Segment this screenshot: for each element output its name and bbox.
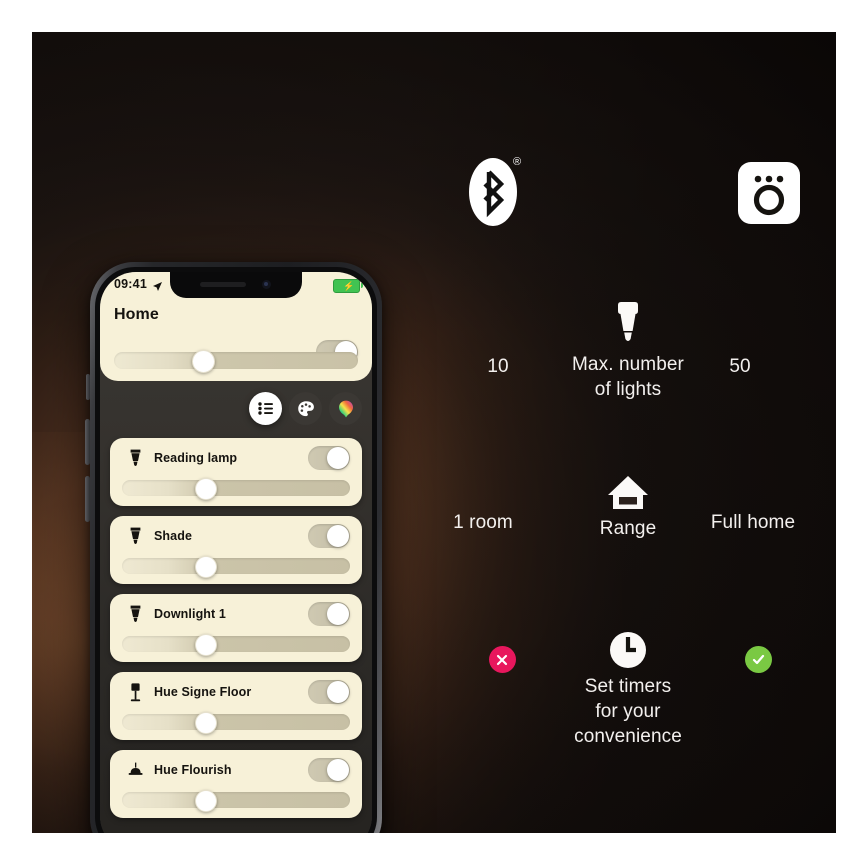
house-icon — [528, 472, 728, 514]
screenshot-canvas: ® 10 Max. number of lights 50 1 room Ran… — [0, 0, 868, 868]
slider-knob[interactable] — [194, 634, 217, 656]
slider-knob[interactable] — [194, 712, 217, 734]
bulb-spot-icon — [122, 526, 148, 546]
cross-badge-icon — [488, 646, 516, 673]
battery-charging-icon: ⚡ — [333, 279, 363, 293]
phone-mockup: 09:41 ⚡ Home Reading lamp Shade Downligh… — [60, 254, 390, 833]
light-name: Shade — [154, 529, 193, 543]
earpiece-speaker — [200, 282, 246, 287]
list-item[interactable]: Reading lamp — [110, 438, 362, 506]
view-mode-switcher[interactable] — [249, 392, 362, 425]
light-list: Reading lamp Shade Downlight 1 Hue Signe… — [110, 438, 362, 828]
ceiling-lamp-icon — [122, 762, 148, 778]
hero-photo: ® 10 Max. number of lights 50 1 room Ran… — [32, 32, 836, 833]
slider-knob[interactable] — [194, 790, 217, 812]
phone-screen: 09:41 ⚡ Home Reading lamp Shade Downligh… — [100, 272, 372, 833]
tab-list-view[interactable] — [249, 392, 282, 425]
light-name: Downlight 1 — [154, 607, 226, 621]
home-brightness-slider[interactable] — [114, 350, 358, 373]
list-item[interactable]: Downlight 1 — [110, 594, 362, 662]
location-arrow-icon — [152, 279, 163, 297]
phone-notch — [170, 272, 302, 298]
bluetooth-logo: ® — [469, 156, 522, 228]
bulb-spot-icon — [122, 448, 148, 468]
light-toggle[interactable] — [308, 680, 350, 704]
light-brightness-slider[interactable] — [122, 634, 350, 656]
light-toggle[interactable] — [308, 758, 350, 782]
list-icon — [258, 402, 273, 415]
silent-switch-button[interactable] — [86, 374, 90, 400]
palette-icon — [297, 400, 314, 416]
light-brightness-slider[interactable] — [122, 556, 350, 578]
bulb-spot-icon — [122, 604, 148, 624]
light-name: Reading lamp — [154, 451, 238, 465]
floor-lamp-icon — [122, 682, 148, 703]
slider-knob[interactable] — [194, 478, 217, 500]
volume-up-button[interactable] — [85, 419, 90, 465]
max-lights-right-value: 50 — [729, 356, 751, 377]
status-time: 09:41 — [114, 277, 147, 291]
clock-icon — [528, 630, 728, 670]
slider-knob[interactable] — [192, 350, 216, 373]
page-title: Home — [114, 306, 159, 323]
light-toggle[interactable] — [308, 524, 350, 548]
light-brightness-slider[interactable] — [122, 712, 350, 734]
light-toggle[interactable] — [308, 602, 350, 626]
light-name: Hue Signe Floor — [154, 685, 252, 699]
tab-scenes-view[interactable] — [289, 392, 322, 425]
list-item[interactable]: Shade — [110, 516, 362, 584]
light-bulb-icon — [528, 300, 728, 350]
check-badge-icon — [744, 646, 772, 673]
slider-knob[interactable] — [194, 556, 217, 578]
registered-trademark-icon: ® — [513, 156, 522, 168]
range-right-value: Full home — [710, 512, 796, 533]
list-item[interactable]: Hue Signe Floor — [110, 672, 362, 740]
light-toggle[interactable] — [308, 446, 350, 470]
volume-down-button[interactable] — [85, 476, 90, 522]
light-brightness-slider[interactable] — [122, 478, 350, 500]
hue-bridge-icon — [738, 162, 800, 224]
list-item[interactable]: Hue Flourish — [110, 750, 362, 818]
timers-label: Set timers for your convenience — [574, 676, 682, 747]
timers-right-badge — [708, 646, 808, 673]
front-camera — [262, 280, 271, 289]
light-brightness-slider[interactable] — [122, 790, 350, 812]
tab-colors-view[interactable] — [329, 392, 362, 425]
color-droplet-icon — [338, 400, 353, 417]
max-lights-center: Max. number of lights — [528, 300, 728, 402]
light-name: Hue Flourish — [154, 763, 232, 777]
timers-center: Set timers for your convenience — [528, 630, 728, 749]
